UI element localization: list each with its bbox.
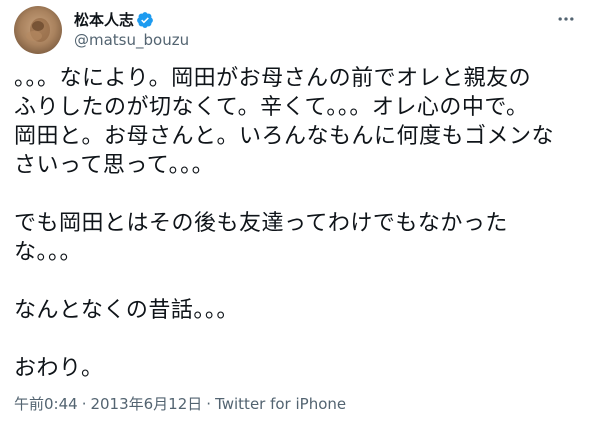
author-handle[interactable]: @matsu_bouzu: [74, 30, 189, 50]
author-block: 松本人志 @matsu_bouzu: [74, 10, 189, 50]
tweet-time[interactable]: 午前0:44: [14, 393, 78, 414]
meta-separator: ·: [81, 394, 87, 413]
tweet-text: 。。。なにより。岡田がお母さんの前でオレと親友の ふりしたのが切なくて。辛くて。…: [14, 66, 555, 381]
tweet-source[interactable]: Twitter for iPhone: [215, 395, 346, 413]
tweet-date[interactable]: 2013年6月12日: [90, 393, 202, 414]
more-horizontal-icon: [558, 17, 574, 21]
tweet-card: 松本人志 @matsu_bouzu 。。。なにより。岡田がお母さんの前でオレと親…: [0, 0, 597, 428]
name-row: 松本人志: [74, 10, 189, 30]
tweet-header: 松本人志 @matsu_bouzu: [14, 6, 583, 54]
tweet-meta: 午前0:44 · 2013年6月12日 · Twitter for iPhone: [14, 393, 346, 414]
avatar[interactable]: [14, 6, 62, 54]
verified-badge-icon: [136, 11, 154, 29]
avatar-photo-icon: [14, 6, 62, 54]
author-display-name[interactable]: 松本人志: [74, 10, 134, 30]
more-options-button[interactable]: [549, 2, 583, 36]
meta-separator: ·: [206, 394, 212, 413]
